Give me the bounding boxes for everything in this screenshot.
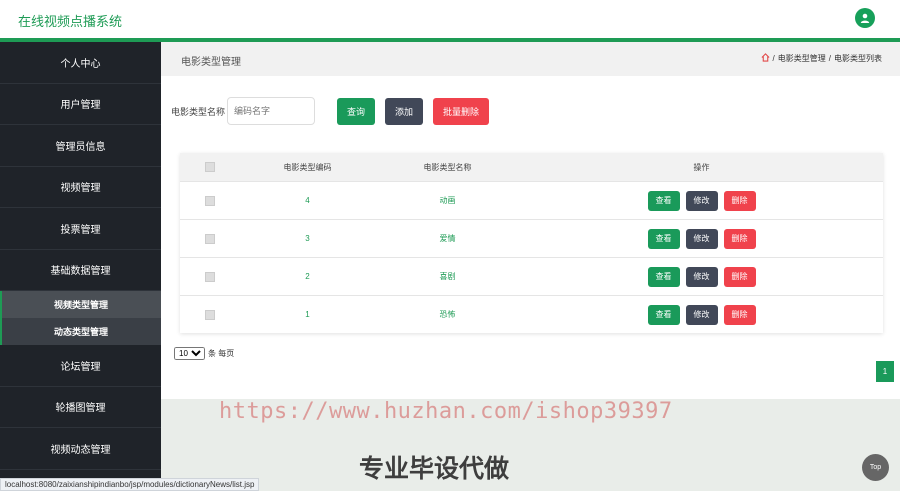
pagination: 10 条 每页 bbox=[174, 347, 234, 360]
sidebar-item-label: 论坛管理 bbox=[60, 361, 101, 373]
ad-text: 专业毕设代做 bbox=[359, 455, 510, 483]
add-button[interactable]: 添加 bbox=[385, 97, 424, 125]
sidebar-item-vote-management[interactable]: 投票管理 bbox=[0, 208, 161, 250]
breadcrumb-separator: / bbox=[772, 54, 775, 63]
page-size-select[interactable]: 10 bbox=[174, 347, 205, 360]
search-bar: 电影类型名称 查询 添加 批量删除 bbox=[171, 97, 490, 125]
sidebar-item-label: 基础数据管理 bbox=[50, 266, 111, 278]
sidebar-item-label: 用户管理 bbox=[60, 100, 101, 112]
sidebar-item-admin-info[interactable]: 管理员信息 bbox=[0, 125, 161, 167]
top-header: 在线视频点播系统 bbox=[0, 0, 900, 38]
column-header-code: 电影类型编码 bbox=[283, 162, 332, 172]
cell-code: 2 bbox=[305, 272, 310, 281]
delete-button[interactable]: 删除 bbox=[723, 190, 756, 211]
sidebar-item-label: 管理员信息 bbox=[55, 141, 106, 153]
view-button[interactable]: 查看 bbox=[647, 190, 680, 211]
sidebar-item-label: 视频动态管理 bbox=[50, 444, 111, 456]
main-content: 电影类型管理 / 电影类型管理 / 电影类型列表 电影类型名称 查询 添加 批量… bbox=[161, 42, 900, 491]
sidebar-item-personal-center[interactable]: 个人中心 bbox=[0, 42, 161, 84]
per-page-label: 条 每页 bbox=[208, 349, 235, 358]
row-checkbox[interactable] bbox=[205, 271, 215, 282]
sidebar-item-carousel[interactable]: 轮播图管理 bbox=[0, 387, 161, 428]
view-button[interactable]: 查看 bbox=[647, 228, 680, 249]
sidebar-subitem-news-type[interactable]: 动态类型管理 bbox=[0, 318, 161, 345]
sidebar-item-label: 轮播图管理 bbox=[55, 403, 106, 415]
breadcrumb-item: 电影类型列表 bbox=[834, 54, 882, 63]
search-input[interactable] bbox=[227, 97, 316, 125]
sidebar-item-basic-data[interactable]: 基础数据管理 bbox=[0, 250, 161, 291]
page-number-button[interactable]: 1 bbox=[876, 361, 894, 382]
sidebar-subitem-label: 视频类型管理 bbox=[54, 300, 109, 310]
page-header: 电影类型管理 / 电影类型管理 / 电影类型列表 bbox=[161, 42, 900, 76]
app-title: 在线视频点播系统 bbox=[18, 14, 123, 29]
sidebar-subitem-label: 动态类型管理 bbox=[54, 327, 109, 337]
row-checkbox[interactable] bbox=[205, 309, 215, 320]
view-button[interactable]: 查看 bbox=[647, 304, 680, 325]
edit-button[interactable]: 修改 bbox=[685, 190, 718, 211]
cell-code: 1 bbox=[305, 310, 310, 319]
cell-name: 恐怖 bbox=[439, 310, 456, 319]
sidebar-item-forum[interactable]: 论坛管理 bbox=[0, 345, 161, 387]
footer-area: https://www.huzhan.com/ishop39397 专业毕设代做… bbox=[161, 399, 900, 491]
table-row: 3 爱情 查看 修改 删除 bbox=[180, 219, 883, 257]
browser-status-bar: localhost:8080/zaixianshipindianbo/jsp/m… bbox=[0, 478, 260, 491]
search-label: 电影类型名称 bbox=[171, 106, 226, 117]
table-row: 1 恐怖 查看 修改 删除 bbox=[180, 295, 883, 333]
cell-code: 3 bbox=[305, 234, 310, 243]
cell-name: 动画 bbox=[439, 196, 456, 205]
edit-button[interactable]: 修改 bbox=[685, 304, 718, 325]
home-icon[interactable] bbox=[761, 53, 770, 64]
back-to-top-button[interactable]: Top bbox=[862, 454, 889, 481]
sidebar: 个人中心 用户管理 管理员信息 视频管理 投票管理 基础数据管理 视频类型管理 … bbox=[0, 42, 161, 491]
delete-button[interactable]: 删除 bbox=[723, 304, 756, 325]
query-button[interactable]: 查询 bbox=[337, 97, 376, 125]
table-header: 电影类型编码 电影类型名称 操作 bbox=[180, 153, 883, 181]
select-all-checkbox[interactable] bbox=[205, 162, 215, 172]
column-header-actions: 操作 bbox=[693, 162, 710, 172]
breadcrumb: / 电影类型管理 / 电影类型列表 bbox=[761, 53, 882, 64]
table-row: 4 动画 查看 修改 删除 bbox=[180, 181, 883, 219]
cell-name: 喜剧 bbox=[439, 272, 456, 281]
delete-button[interactable]: 删除 bbox=[723, 228, 756, 249]
edit-button[interactable]: 修改 bbox=[685, 228, 718, 249]
sidebar-item-label: 投票管理 bbox=[60, 224, 101, 236]
table-row: 2 喜剧 查看 修改 删除 bbox=[180, 257, 883, 295]
page-title: 电影类型管理 bbox=[181, 57, 241, 68]
batch-delete-button[interactable]: 批量删除 bbox=[433, 97, 490, 125]
column-header-name: 电影类型名称 bbox=[423, 162, 472, 172]
sidebar-item-video-management[interactable]: 视频管理 bbox=[0, 167, 161, 208]
sidebar-item-label: 视频管理 bbox=[60, 183, 101, 195]
sidebar-item-video-news[interactable]: 视频动态管理 bbox=[0, 428, 161, 470]
data-table: 电影类型编码 电影类型名称 操作 4 动画 查看 修改 删除 3 爱情 查看 修… bbox=[180, 153, 883, 333]
cell-code: 4 bbox=[305, 196, 310, 205]
user-avatar-icon[interactable] bbox=[855, 8, 875, 28]
row-checkbox[interactable] bbox=[205, 195, 215, 206]
view-button[interactable]: 查看 bbox=[647, 266, 680, 287]
sidebar-subitem-video-type[interactable]: 视频类型管理 bbox=[0, 291, 161, 318]
delete-button[interactable]: 删除 bbox=[723, 266, 756, 287]
watermark-text: https://www.huzhan.com/ishop39397 bbox=[219, 399, 673, 424]
edit-button[interactable]: 修改 bbox=[685, 266, 718, 287]
sidebar-item-label: 个人中心 bbox=[60, 58, 101, 70]
row-checkbox[interactable] bbox=[205, 233, 215, 244]
breadcrumb-separator: / bbox=[828, 54, 831, 63]
breadcrumb-item[interactable]: 电影类型管理 bbox=[778, 53, 826, 64]
sidebar-item-user-management[interactable]: 用户管理 bbox=[0, 84, 161, 125]
cell-name: 爱情 bbox=[439, 234, 456, 243]
